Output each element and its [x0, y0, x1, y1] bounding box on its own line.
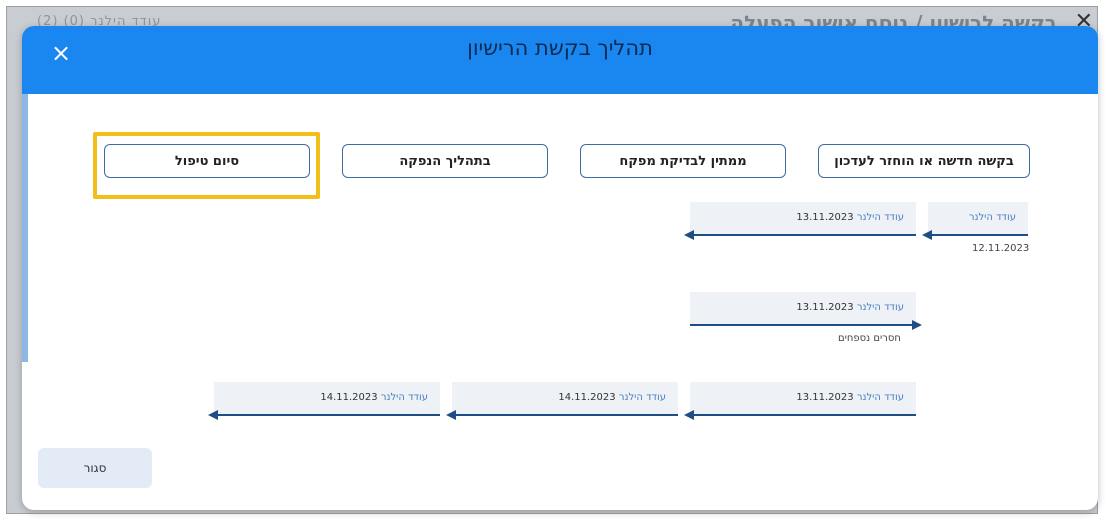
status-label: בקשה חדשה או הוחזר לעדכון	[834, 153, 1014, 169]
status-completed[interactable]: סיום טיפול	[104, 144, 310, 178]
status-label: בתהליך הנפקה	[399, 153, 491, 169]
license-process-modal: תהליך בקשת הרישיון × בקשה חדשה או הוחזר …	[22, 26, 1098, 510]
event-text: עודד הילנר 13.11.2023	[796, 302, 904, 313]
event-card: עודד הילנר 13.11.2023	[684, 382, 916, 420]
event-card: עודד הילנר 13.11.2023	[684, 202, 916, 240]
event-user: עודד הילנר	[856, 302, 904, 313]
event-user: עודד הילנר	[856, 392, 904, 403]
status-issuing[interactable]: בתהליך הנפקה	[342, 144, 548, 178]
event-user: עודד הילנר	[968, 212, 1016, 223]
arrow-left-icon	[684, 230, 694, 240]
arrow-left-icon	[446, 410, 456, 420]
close-icon[interactable]: ×	[48, 40, 74, 66]
status-label: סיום טיפול	[174, 153, 240, 169]
event-text: עודד הילנר 14.11.2023	[558, 392, 666, 403]
status-awaiting-inspector[interactable]: ממתין לבדיקת מפקח	[580, 144, 786, 178]
event-date: 14.11.2023	[320, 392, 378, 403]
event-user: עודד הילנר	[618, 392, 666, 403]
event-card: עודד הילנר	[922, 202, 1028, 240]
event-date: 13.11.2023	[796, 302, 854, 313]
arrow-right-icon	[912, 320, 922, 330]
scroll-indicator	[22, 94, 28, 362]
event-date: 13.11.2023	[796, 212, 854, 223]
arrow-left-icon	[208, 410, 218, 420]
event-text: עודד הילנר 14.11.2023	[320, 392, 428, 403]
modal-title: תהליך בקשת הרישיון	[467, 36, 653, 60]
event-text: עודד הילנר	[969, 212, 1016, 223]
event-card: עודד הילנר 13.11.2023	[690, 292, 922, 330]
event-text: עודד הילנר 13.11.2023	[796, 212, 904, 223]
event-date-below: 12.11.2023	[972, 243, 1030, 254]
event-note: חסרים נספחים	[838, 333, 901, 344]
event-date: 14.11.2023	[558, 392, 616, 403]
event-user: עודד הילנר	[380, 392, 428, 403]
event-card: עודד הילנר 14.11.2023	[446, 382, 678, 420]
event-text: עודד הילנר 13.11.2023	[796, 392, 904, 403]
arrow-left-icon	[922, 230, 932, 240]
event-user: עודד הילנר	[856, 212, 904, 223]
close-button[interactable]: סגור	[38, 448, 152, 488]
modal-header: תהליך בקשת הרישיון ×	[22, 26, 1098, 94]
arrow-left-icon	[684, 410, 694, 420]
event-card: עודד הילנר 14.11.2023	[208, 382, 440, 420]
status-label: ממתין לבדיקת מפקח	[619, 153, 747, 169]
event-date: 13.11.2023	[796, 392, 854, 403]
status-new-request[interactable]: בקשה חדשה או הוחזר לעדכון	[818, 144, 1030, 178]
